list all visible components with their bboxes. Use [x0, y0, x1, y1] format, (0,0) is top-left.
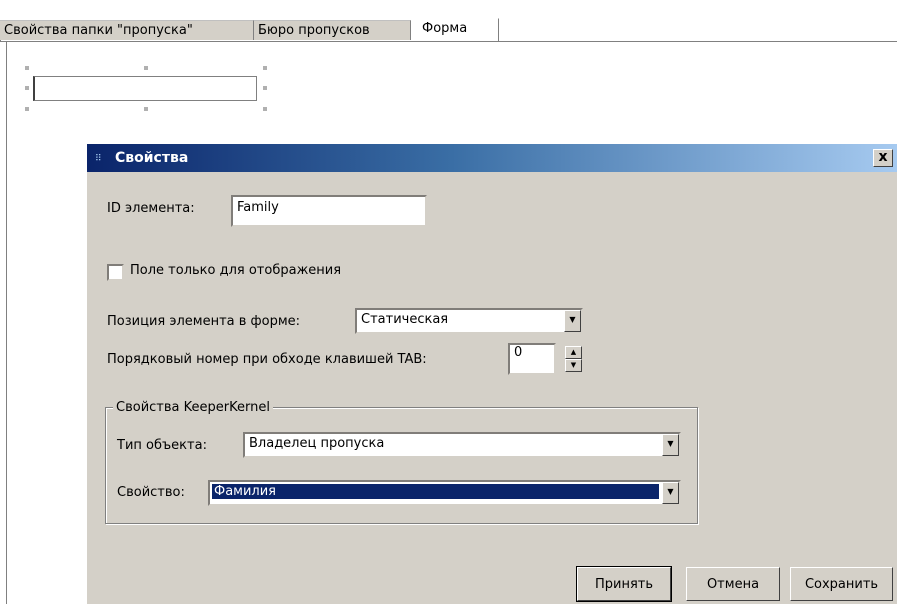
save-button[interactable]: Сохранить [790, 567, 893, 601]
resize-handle[interactable] [25, 66, 29, 70]
grip-icon: ⠿ [95, 154, 102, 164]
close-button[interactable]: x [873, 149, 893, 167]
object-type-select[interactable]: Владелец пропуска ▼ [243, 432, 681, 458]
display-only-label: Поле только для отображения [130, 263, 342, 278]
group-title: Свойства KeeperKernel [113, 400, 273, 415]
chevron-down-icon[interactable]: ▼ [662, 482, 679, 504]
accept-button[interactable]: Принять [576, 566, 672, 602]
dialog-titlebar[interactable]: ⠿ Свойства x [87, 144, 897, 172]
spin-up-icon[interactable]: ▲ [565, 346, 582, 359]
spin-down-icon[interactable]: ▼ [565, 359, 582, 372]
cancel-button[interactable]: Отмена [686, 567, 780, 601]
resize-handle[interactable] [25, 86, 29, 90]
keeperkernel-groupbox [105, 407, 698, 524]
position-label: Позиция элемента в форме: [107, 314, 301, 329]
position-select[interactable]: Статическая ▼ [355, 308, 583, 334]
tab-bar: Свойства папки "пропуска" Бюро пропусков… [0, 0, 897, 42]
object-type-label: Тип объекта: [117, 438, 207, 453]
element-id-label: ID элемента: [107, 201, 195, 216]
property-select[interactable]: Фамилия ▼ [208, 480, 681, 506]
form-canvas-edge [6, 42, 7, 604]
display-only-checkbox[interactable] [107, 264, 124, 281]
object-type-value: Владелец пропуска [249, 436, 385, 451]
tab-form[interactable]: Форма [411, 18, 499, 41]
chevron-down-icon[interactable]: ▼ [662, 434, 679, 456]
resize-handle[interactable] [263, 66, 267, 70]
resize-handle[interactable] [263, 86, 267, 90]
resize-handle[interactable] [144, 107, 148, 111]
close-icon: x [878, 149, 888, 165]
tab-order-input[interactable]: 0 [508, 343, 556, 375]
property-value: Фамилия [212, 484, 659, 499]
form-canvas-field[interactable] [33, 76, 257, 101]
resize-handle[interactable] [25, 107, 29, 111]
property-label: Свойство: [117, 485, 185, 500]
tab-folder-properties[interactable]: Свойства папки "пропуска" [0, 20, 254, 40]
tab-pass-bureau[interactable]: Бюро пропусков [254, 20, 411, 40]
resize-handle[interactable] [263, 107, 267, 111]
tab-order-spinner[interactable]: ▲ ▼ [565, 346, 582, 372]
position-value: Статическая [361, 312, 449, 327]
dialog-title: Свойства [115, 150, 189, 166]
properties-dialog: ⠿ Свойства x ID элемента: Family Поле то… [86, 143, 897, 604]
resize-handle[interactable] [144, 66, 148, 70]
element-id-input[interactable]: Family [231, 195, 427, 227]
tab-order-label: Порядковый номер при обходе клавишей TAB… [107, 352, 427, 367]
chevron-down-icon[interactable]: ▼ [564, 310, 581, 332]
